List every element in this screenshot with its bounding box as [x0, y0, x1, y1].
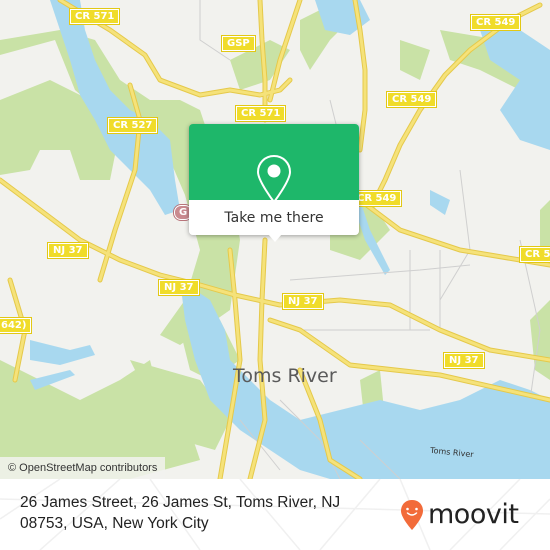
- route-shield-cr527: CR 527: [106, 117, 159, 134]
- address-text: 26 James Street, 26 James St, Toms River…: [20, 494, 341, 532]
- route-shield-nj37: NJ 37: [47, 242, 89, 259]
- route-shield-cr571: CR 571: [234, 105, 287, 122]
- take-me-there-button[interactable]: Take me there: [189, 200, 359, 235]
- moovit-pin-icon: [401, 500, 423, 530]
- route-shield-cr549: CR 549: [469, 14, 522, 31]
- map-attribution[interactable]: © OpenStreetMap contributors: [0, 457, 166, 479]
- route-shield-cr549: CR 549: [385, 91, 438, 108]
- popup-header: [189, 124, 359, 204]
- route-shield-nj37: NJ 37: [443, 352, 485, 369]
- route-shield-cr5: CR 5: [518, 246, 550, 263]
- map-view[interactable]: CR 571 GSP CR 571 CR 527 CR 549 CR 549 C…: [0, 0, 550, 479]
- moovit-wordmark: moovit: [428, 499, 519, 530]
- route-shield-cr642: 642): [0, 317, 33, 334]
- moovit-logo[interactable]: moovit: [400, 497, 519, 533]
- popup-pointer: [268, 234, 282, 242]
- city-label: Toms River: [233, 365, 337, 387]
- route-shield-gsp: GSP: [221, 35, 256, 52]
- route-shield-nj37: NJ 37: [158, 279, 200, 296]
- footer: 26 James Street, 26 James St, Toms River…: [0, 479, 550, 550]
- route-shield-nj37: NJ 37: [282, 293, 324, 310]
- route-shield-cr549: CR 549: [350, 190, 403, 207]
- route-shield-cr571: CR 571: [68, 8, 121, 25]
- location-popup: Take me there: [189, 124, 359, 242]
- map-pin-icon: [256, 154, 292, 204]
